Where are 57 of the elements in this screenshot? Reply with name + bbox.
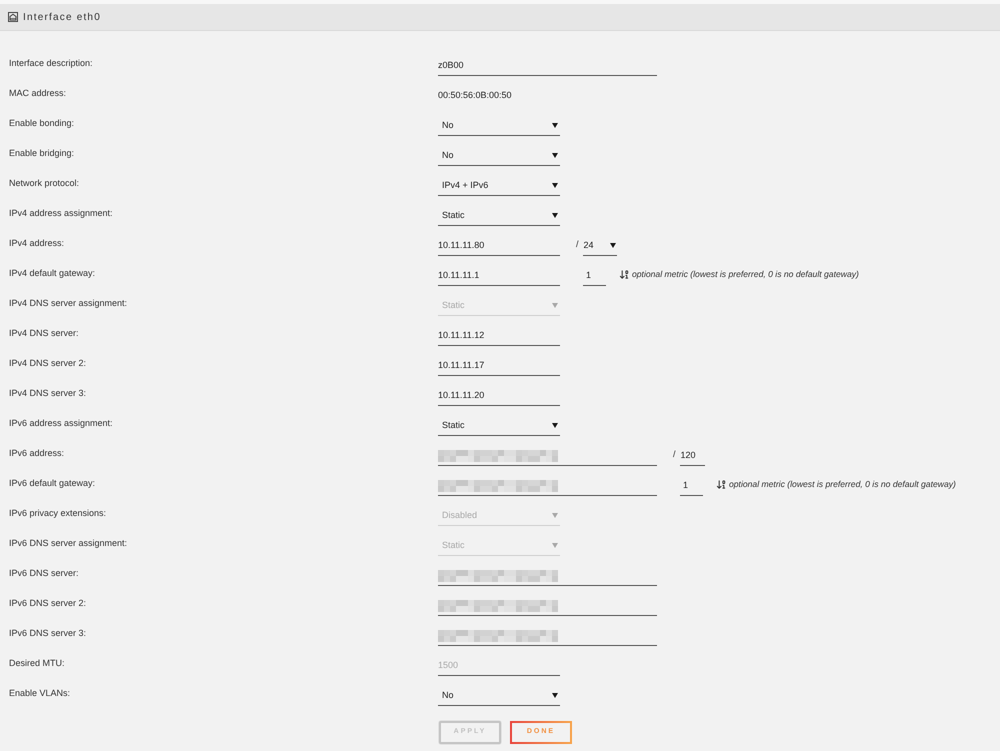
mac-address-value: 00:50:56:0B:00:50 (438, 89, 512, 102)
prefix-separator: / (576, 238, 579, 252)
field-label: IPv4 DNS server 2: (9, 358, 86, 368)
field-label: IPv4 address assignment: (9, 208, 113, 218)
field-label: IPv6 address: (9, 448, 64, 458)
caret-icon (552, 183, 558, 188)
field-label: IPv4 default gateway: (9, 268, 96, 278)
field-label: IPv6 default gateway: (9, 478, 96, 488)
caret-icon (552, 543, 558, 548)
sort-numeric-icon (619, 269, 630, 280)
select-field[interactable]: Static (438, 206, 560, 226)
field-label: IPv4 DNS server 3: (9, 388, 86, 398)
caret-icon (610, 243, 616, 248)
field-label: IPv4 DNS server assignment: (9, 298, 128, 308)
field-label: IPv6 address assignment: (9, 418, 113, 428)
field-label: IPv6 DNS server assignment: (9, 538, 128, 548)
field-label: IPv6 DNS server 3: (9, 628, 86, 638)
metric-hint: optional metric (lowest is preferred, 0 is no default gateway) (729, 478, 956, 491)
field-label: IPv6 privacy extensions: (9, 508, 106, 518)
caret-icon (552, 423, 558, 428)
text-field[interactable]: 10.11.11.1 (438, 266, 560, 286)
caret-icon (552, 513, 558, 518)
metric-field[interactable]: 1 (680, 476, 703, 496)
text-field[interactable]: z0B00 (438, 56, 657, 76)
field-label: Desired MTU: (9, 658, 65, 668)
field-label: IPv4 address: (9, 238, 64, 248)
field-label: Enable bonding: (9, 118, 74, 128)
caret-icon (552, 123, 558, 128)
caret-icon (552, 213, 558, 218)
text-field[interactable]: 10.11.11.80 (438, 236, 560, 256)
select-field[interactable]: No (438, 686, 560, 706)
field-label: Network protocol: (9, 178, 80, 188)
field-label: IPv6 DNS server 2: (9, 598, 86, 608)
field-label: Interface description: (9, 58, 93, 68)
caret-icon (552, 303, 558, 308)
select-field[interactable]: No (438, 116, 560, 136)
text-field[interactable]: 10.11.11.17 (438, 356, 560, 376)
caret-icon (552, 693, 558, 698)
field-label: IPv4 DNS server: (9, 328, 79, 338)
field-label: IPv6 DNS server: (9, 568, 79, 578)
select-field[interactable]: 24 (582, 236, 617, 256)
field-label: Enable VLANs: (9, 688, 70, 698)
field-label: MAC address: (9, 88, 66, 98)
select-field[interactable]: Static (438, 416, 560, 436)
text-field[interactable]: 10.11.11.20 (438, 386, 560, 406)
metric-field[interactable]: 1 (583, 266, 606, 286)
metric-hint: optional metric (lowest is preferred, 0 is no default gateway) (632, 268, 859, 281)
field-label: Enable bridging: (9, 148, 74, 158)
prefix-separator: / (673, 448, 676, 462)
select-field[interactable]: IPv4 + IPv6 (438, 176, 560, 196)
house-icon (8, 12, 18, 22)
text-field[interactable]: 10.11.11.12 (438, 326, 560, 346)
sort-numeric-icon (716, 479, 727, 490)
prefix-field[interactable]: 120 (680, 446, 705, 466)
select-field[interactable]: No (438, 146, 560, 166)
panel-title: Interface eth0 (23, 10, 101, 24)
caret-icon (552, 153, 558, 158)
